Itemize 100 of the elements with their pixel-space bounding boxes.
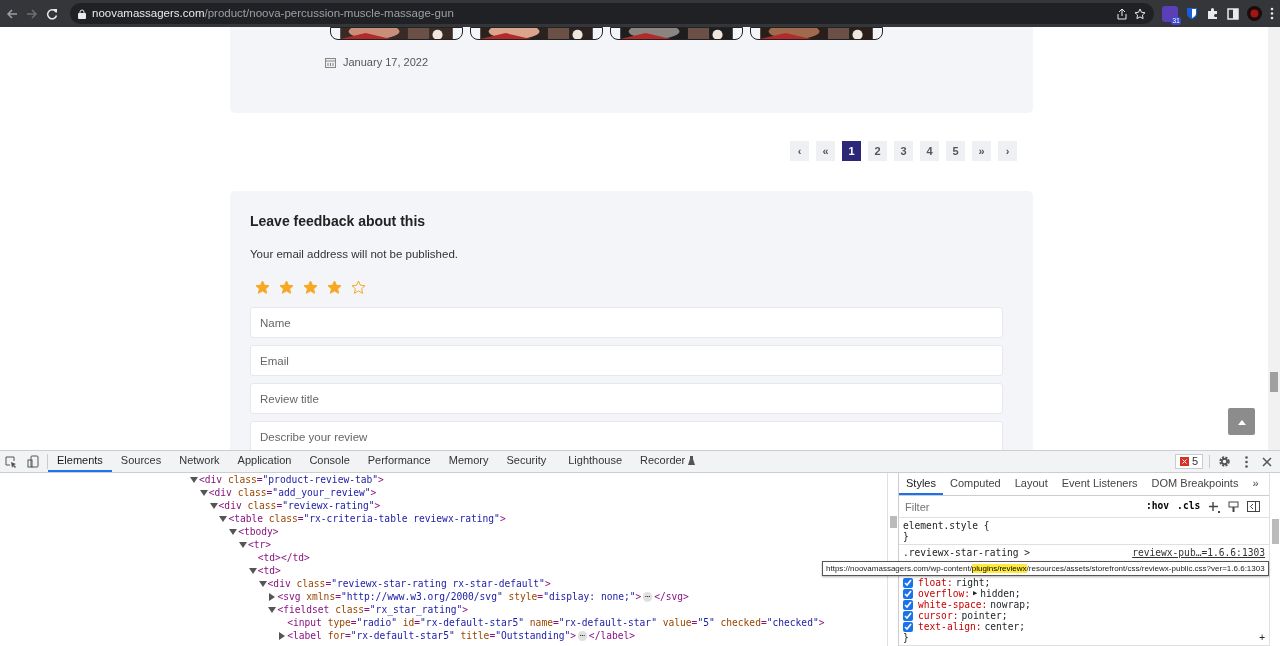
input-field[interactable]: Describe your review xyxy=(250,421,1003,450)
close-icon[interactable] xyxy=(1262,456,1272,467)
page-button[interactable]: 3 xyxy=(894,141,913,161)
property-name: text-align: xyxy=(918,621,982,632)
sidebar-icon[interactable] xyxy=(1227,7,1239,20)
expand-arrow-icon[interactable] xyxy=(209,501,218,510)
devtools-tab[interactable]: Console xyxy=(300,451,359,472)
devtools-tab[interactable]: Application xyxy=(228,451,301,472)
page-button[interactable]: 2 xyxy=(868,141,887,161)
dom-node-tag[interactable]: <div class="product-review-tab"> xyxy=(199,473,384,486)
dom-node-tag[interactable]: <label for="rx-default-star5" title="Outstanding"> xyxy=(287,629,577,642)
devtools-tab[interactable]: Security xyxy=(497,451,556,472)
closing-tag: </svg> xyxy=(654,590,689,603)
scrollbar[interactable] xyxy=(1268,27,1280,450)
plus-icon[interactable] xyxy=(1208,500,1221,513)
reload-icon[interactable] xyxy=(46,7,58,20)
input-field[interactable]: Email xyxy=(250,345,1003,377)
input-field[interactable]: Name xyxy=(250,307,1003,339)
address-bar[interactable]: noovamassagers.com/product/noova-percussion-muscle-massage-gun xyxy=(70,3,1154,24)
dom-node-tag[interactable]: <td></td> xyxy=(257,551,310,564)
device-icon[interactable] xyxy=(27,455,39,468)
closing-tag: </label> xyxy=(588,629,636,642)
devtools-tab[interactable]: Recorder xyxy=(631,451,705,472)
expand-arrow-icon[interactable] xyxy=(229,527,238,536)
privacy-note: Your email address will not be published. xyxy=(250,247,459,262)
expand-arrow-icon[interactable] xyxy=(278,631,287,640)
paint-icon[interactable] xyxy=(1228,500,1240,513)
dom-node-tag[interactable]: <div class="reviewx-star-rating rx-star-default"> xyxy=(267,577,551,590)
hov-button[interactable]: :hov xyxy=(1146,499,1170,514)
styles-tab[interactable]: Styles xyxy=(899,473,943,495)
property-value: center; xyxy=(984,621,1025,632)
dom-node-tag[interactable]: <fieldset class="rx_star_rating"> xyxy=(277,603,469,616)
scroll-top-button[interactable] xyxy=(1228,408,1255,435)
styles-tab[interactable]: Event Listeners xyxy=(1054,473,1145,495)
property-checkbox[interactable] xyxy=(903,621,913,632)
property-checkbox[interactable] xyxy=(903,610,913,621)
ellipsis-button[interactable]: ⋯ xyxy=(578,630,587,641)
devtools-tab[interactable]: Memory xyxy=(439,451,498,472)
devtools-tab[interactable]: Performance xyxy=(358,451,440,472)
expand-arrow-icon[interactable] xyxy=(219,514,228,523)
scrollbar[interactable] xyxy=(1269,473,1280,646)
devtools-tab[interactable]: Lighthouse xyxy=(559,451,632,472)
page-button[interactable]: » xyxy=(972,141,991,161)
star-icon[interactable] xyxy=(279,280,294,296)
property-value: pointer; xyxy=(961,610,1008,621)
page-button[interactable]: 1 xyxy=(842,141,861,161)
devtools-tab[interactable]: Sources xyxy=(111,451,171,472)
page-button[interactable]: 5 xyxy=(946,141,965,161)
expand-arrow-icon[interactable] xyxy=(258,579,267,588)
expand-arrow-icon[interactable] xyxy=(248,566,257,575)
property-checkbox[interactable] xyxy=(903,577,913,588)
dom-node-tag[interactable]: <table class="rx-criteria-table reviewx-rating"> xyxy=(228,512,506,525)
more-icon[interactable] xyxy=(1245,455,1248,468)
page-button[interactable]: 4 xyxy=(920,141,939,161)
ellipsis-button[interactable]: ⋯ xyxy=(643,591,653,602)
inspect-icon[interactable] xyxy=(5,455,17,468)
property-checkbox[interactable] xyxy=(903,599,913,610)
dom-node-tag[interactable]: <div class="add_your_review"> xyxy=(208,486,377,499)
property-name: float: xyxy=(918,577,953,588)
star-icon[interactable] xyxy=(303,280,318,296)
expand-arrow-icon[interactable] xyxy=(190,475,198,484)
add-rule-button[interactable]: + xyxy=(1259,632,1265,643)
expand-arrow-icon[interactable] xyxy=(268,605,277,614)
settings-icon[interactable] xyxy=(1218,455,1231,468)
calendar-icon xyxy=(325,56,336,68)
back-icon[interactable] xyxy=(6,7,18,20)
expand-arrow-icon[interactable] xyxy=(268,592,277,601)
devtools-tab[interactable]: Network xyxy=(170,451,229,472)
star-icon[interactable] xyxy=(255,280,270,296)
dom-node-tag[interactable]: <input type="radio" id="rx-default-star5" name="rx-default-star" value="5" checked="checked"> xyxy=(287,616,825,629)
styles-tab[interactable]: Layout xyxy=(1007,473,1055,495)
page-button[interactable]: ‹ xyxy=(790,141,809,161)
source-link[interactable]: reviewx-pub…=1.6.6:1303 xyxy=(1132,547,1265,558)
dom-node-tag[interactable]: <tr> xyxy=(248,538,272,551)
puzzle-icon[interactable] xyxy=(1206,7,1219,20)
expand-arrow-icon[interactable] xyxy=(199,488,208,497)
page-button[interactable]: › xyxy=(998,141,1017,161)
forward-icon[interactable] xyxy=(26,7,38,20)
page-button[interactable]: « xyxy=(816,141,835,161)
share-icon[interactable] xyxy=(1116,7,1128,20)
sidebar-toggle-icon[interactable] xyxy=(1247,501,1261,512)
styles-tab[interactable]: Computed xyxy=(942,473,1008,495)
menu-icon[interactable] xyxy=(1270,7,1274,20)
expand-arrow-icon[interactable] xyxy=(239,540,247,549)
dom-node-tag[interactable]: <tbody> xyxy=(238,525,279,538)
input-field[interactable]: Review title xyxy=(250,383,1003,415)
dom-node-tag[interactable]: <svg xmlns="http://www.w3.org/2000/svg" style="display: none;"> xyxy=(277,590,642,603)
avatar-icon[interactable] xyxy=(1247,6,1262,21)
shield-icon[interactable] xyxy=(1186,7,1198,20)
error-count-button[interactable]: 5 xyxy=(1174,454,1203,469)
property-value: hidden; xyxy=(980,588,1021,599)
devtools-tab[interactable]: Elements xyxy=(48,451,112,472)
property-checkbox[interactable] xyxy=(903,588,913,599)
star-icon[interactable] xyxy=(351,280,366,296)
styles-tab[interactable]: DOM Breakpoints xyxy=(1144,473,1246,495)
dom-node-tag[interactable]: <div class="reviewx-rating"> xyxy=(218,499,381,512)
cls-button[interactable]: .cls xyxy=(1177,499,1201,514)
more-tabs-button[interactable]: » xyxy=(1245,473,1266,495)
dom-node-tag[interactable]: <td> xyxy=(257,564,281,577)
star-icon[interactable] xyxy=(327,280,342,296)
